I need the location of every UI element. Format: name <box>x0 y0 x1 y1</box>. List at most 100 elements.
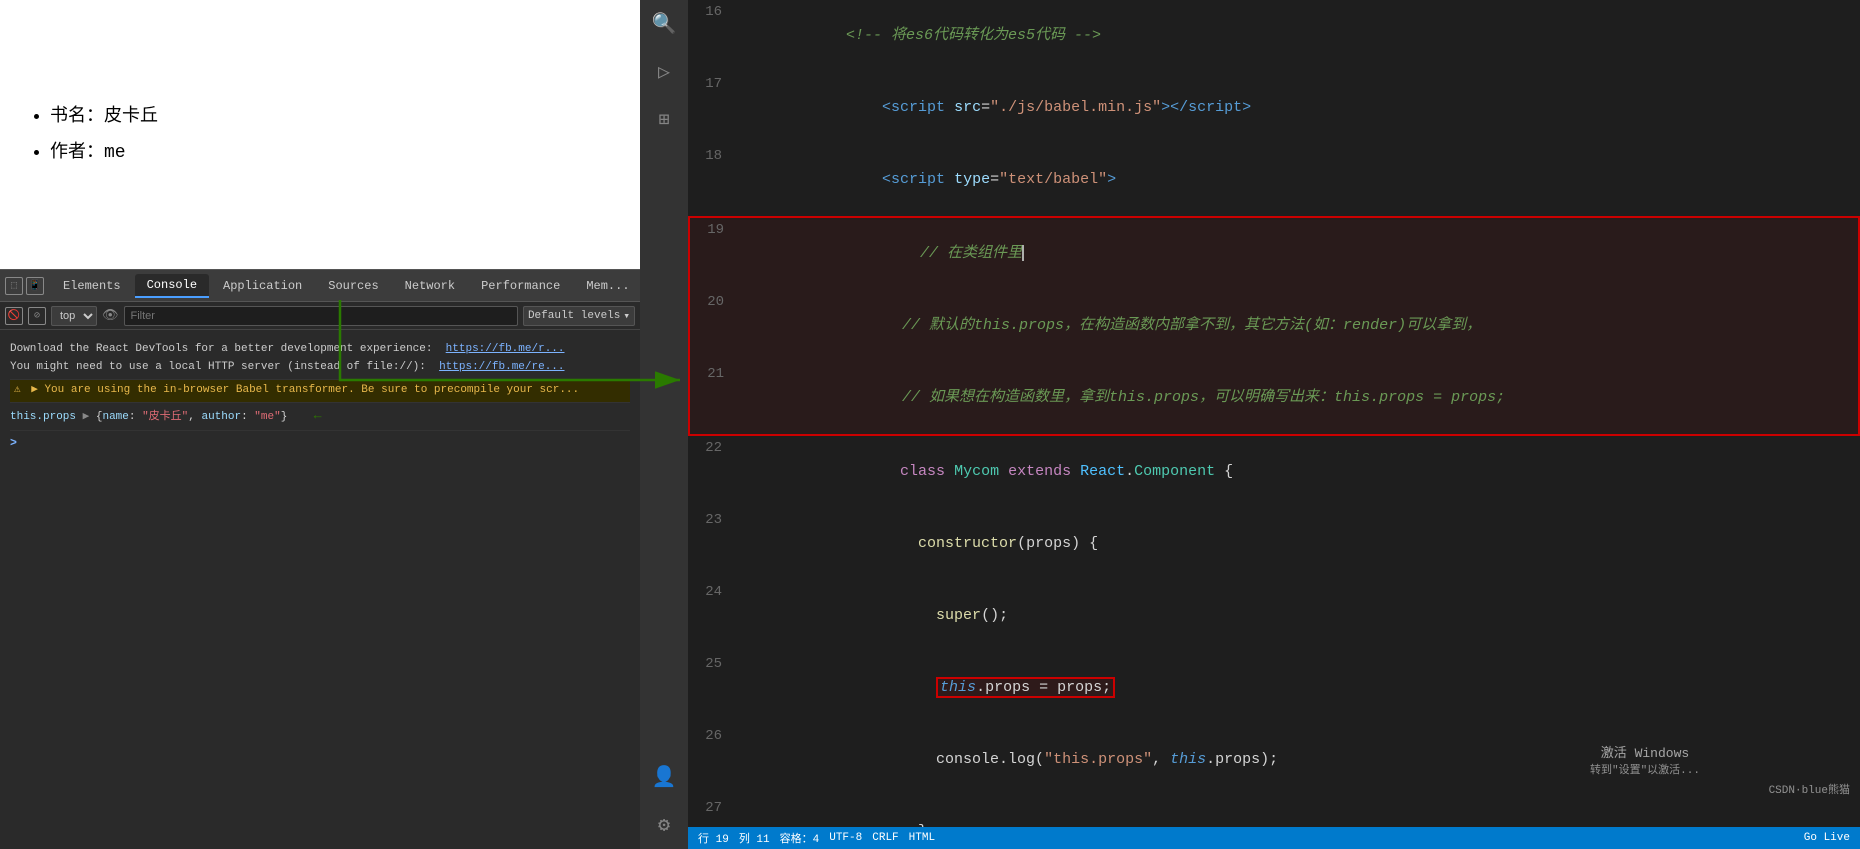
line-content-23: constructor(props) { <box>738 508 1860 580</box>
console-prompt[interactable]: > <box>10 435 630 453</box>
code-line-16: 16 <!-- 将es6代码转化为es5代码 --> <box>688 0 1860 72</box>
status-spaces: 容格：4 <box>780 830 820 846</box>
line-content-22: class Mycom extends React.Component { <box>738 436 1860 508</box>
t22-2: class <box>900 463 954 480</box>
props-expand-arrow[interactable]: ▶ <box>83 411 90 423</box>
sidebar-icon-search[interactable]: 🔍 <box>640 0 688 48</box>
line-content-25: this.props = props; <box>738 652 1860 724</box>
line-content-20: // 默认的this.props，在构造函数内部拿不到，其它方法(如：rende… <box>740 290 1858 362</box>
tab-console[interactable]: Console <box>135 274 209 298</box>
code-container[interactable]: 16 <!-- 将es6代码转化为es5代码 --> 17 <script sr… <box>688 0 1860 827</box>
context-selector[interactable]: top <box>51 306 97 326</box>
inspect-icon[interactable]: ⬚ <box>5 277 23 295</box>
line-content-17: <script src="./js/babel.min.js"></script… <box>738 72 1860 144</box>
tab-application[interactable]: Application <box>211 275 314 297</box>
line-content-24: super(); <box>738 580 1860 652</box>
t24-3: (); <box>981 607 1008 624</box>
status-line-ending: CRLF <box>872 832 898 844</box>
t25-indent <box>846 679 936 696</box>
token-17-2: src <box>954 99 981 116</box>
tab-sources[interactable]: Sources <box>316 275 390 297</box>
code-line-23: 23 constructor(props) { <box>688 508 1860 580</box>
default-levels-dropdown[interactable]: Default levels ▾ <box>523 306 635 326</box>
code-line-18: 18 <script type="text/babel"> <box>688 144 1860 216</box>
props-colon1: : <box>129 411 142 423</box>
token-18-5: > <box>1107 171 1116 188</box>
code-line-19: 19 // 在类组件里 <box>690 218 1858 290</box>
dropdown-arrow-icon: ▾ <box>623 309 630 323</box>
t22-1 <box>846 463 900 480</box>
list-item-author: 作者：me <box>50 135 610 171</box>
sidebar-icon-account[interactable]: 👤 <box>640 753 688 801</box>
devtools-link-1[interactable]: https://fb.me/r... <box>446 343 565 355</box>
token-17-3: = <box>981 99 990 116</box>
red-block-comments: 19 // 在类组件里 20 // 默认的this.props，在构造函数内部拿… <box>688 216 1860 436</box>
t23-2: constructor <box>918 535 1017 552</box>
sidebar-icon-settings[interactable]: ⚙ <box>640 801 688 849</box>
list-item-bookname: 书名：皮卡丘 <box>50 99 610 135</box>
token-18-1: <script <box>846 171 954 188</box>
line-num-25: 25 <box>688 652 738 676</box>
t26-1: console.log( <box>846 751 1044 768</box>
line-num-20: 20 <box>690 290 740 314</box>
devtools-link-2[interactable]: https://fb.me/re... <box>439 361 564 373</box>
cursor <box>1022 245 1024 261</box>
devtools-control-icons: ⬚ 📱 <box>5 277 44 295</box>
token-18-4: "text/babel" <box>999 171 1107 188</box>
line-num-19: 19 <box>690 218 740 242</box>
device-icon[interactable]: 📱 <box>26 277 44 295</box>
status-language: HTML <box>909 832 935 844</box>
tab-network[interactable]: Network <box>393 275 467 297</box>
t22-3: Mycom <box>954 463 1008 480</box>
code-lines: 16 <!-- 将es6代码转化为es5代码 --> 17 <script sr… <box>688 0 1860 827</box>
code-line-21: 21 // 如果想在构造函数里，拿到this.props，可以明确写出来：thi… <box>690 362 1858 434</box>
t22-7: Component <box>1134 463 1215 480</box>
browser-content: 书名：皮卡丘 作者：me <box>0 0 640 269</box>
status-col: 列 11 <box>739 830 770 846</box>
block-icon[interactable]: ⊘ <box>28 307 46 325</box>
devtools-tabs: ⬚ 📱 Elements Console Application Sources… <box>0 270 640 302</box>
tab-performance[interactable]: Performance <box>469 275 572 297</box>
t23-1 <box>846 535 918 552</box>
clear-console-icon[interactable]: 🚫 <box>5 307 23 325</box>
token-18-2: type <box>954 171 990 188</box>
line-content-27: } <box>738 796 1860 827</box>
code-line-24: 24 super(); <box>688 580 1860 652</box>
filter-input[interactable] <box>124 306 518 326</box>
code-line-17: 17 <script src="./js/babel.min.js"></scr… <box>688 72 1860 144</box>
code-line-22: 22 class Mycom extends React.Component { <box>688 436 1860 508</box>
line-num-16: 16 <box>688 0 738 24</box>
status-encoding: UTF-8 <box>829 832 862 844</box>
t22-5: React <box>1080 463 1125 480</box>
line-num-27: 27 <box>688 796 738 820</box>
tab-memory[interactable]: Mem... <box>574 275 641 297</box>
go-live-btn[interactable]: Go Live <box>1804 832 1850 844</box>
sidebar-icon-run[interactable]: ▷ <box>640 48 688 96</box>
t23-3: (props) { <box>1017 535 1098 552</box>
t22-4: extends <box>1008 463 1080 480</box>
props-comma: , <box>188 411 201 423</box>
sidebar-icon-extensions[interactable]: ⊞ <box>640 96 688 144</box>
devtools-toolbar: 🚫 ⊘ top 👁 Default levels ▾ <box>0 302 640 330</box>
tab-elements[interactable]: Elements <box>51 275 133 297</box>
code-line-20: 20 // 默认的this.props，在构造函数内部拿不到，其它方法(如：re… <box>690 290 1858 362</box>
line-num-24: 24 <box>688 580 738 604</box>
console-output[interactable]: Download the React DevTools for a better… <box>0 330 640 849</box>
activate-subtitle: 转到"设置"以激活... <box>1590 761 1700 777</box>
line-num-17: 17 <box>688 72 738 96</box>
t24-2: super <box>936 607 981 624</box>
line-num-26: 26 <box>688 724 738 748</box>
line-content-18: <script type="text/babel"> <box>738 144 1860 216</box>
csdn-watermark: CSDN·blue熊猫 <box>1769 781 1850 797</box>
browser-list: 书名：皮卡丘 作者：me <box>30 99 610 171</box>
eye-icon[interactable]: 👁 <box>102 308 119 323</box>
code-line-27: 27 } <box>688 796 1860 827</box>
t26-5: .props); <box>1206 751 1278 768</box>
line-content-16: <!-- 将es6代码转化为es5代码 --> <box>738 0 1860 72</box>
t27: } <box>846 823 927 827</box>
line-content-19: // 在类组件里 <box>740 218 1858 290</box>
token-20-comment: // 默认的this.props，在构造函数内部拿不到，其它方法(如：rende… <box>866 317 1481 334</box>
console-msg-warning: ⚠ ▶ You are using the in-browser Babel t… <box>10 380 630 403</box>
editor-area: 16 <!-- 将es6代码转化为es5代码 --> 17 <script sr… <box>688 0 1860 849</box>
status-bar-left: 行 19 列 11 容格：4 UTF-8 CRLF HTML <box>698 830 935 846</box>
